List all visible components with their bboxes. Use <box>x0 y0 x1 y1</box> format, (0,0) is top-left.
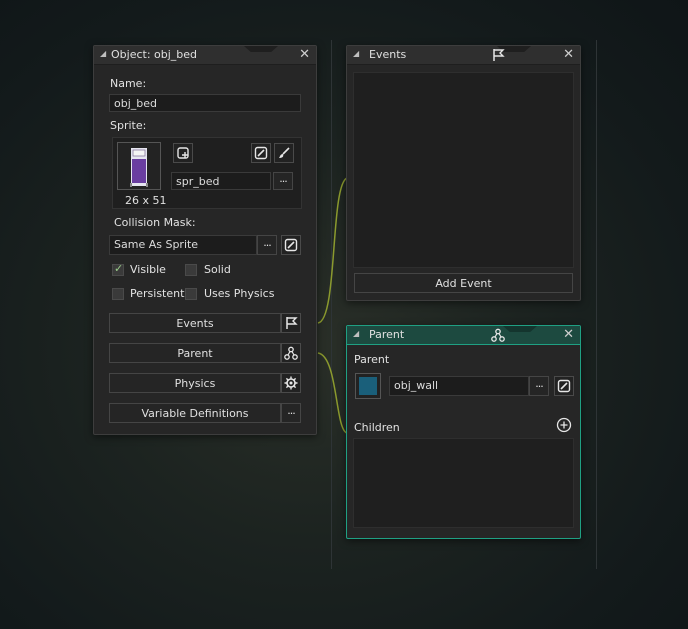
physics-gear-button[interactable] <box>281 373 301 393</box>
variable-definitions-more-button[interactable]: ··· <box>281 403 301 423</box>
solid-checkbox[interactable] <box>185 264 197 276</box>
parent-sprite-color <box>359 377 377 395</box>
flag-icon <box>491 48 505 65</box>
sprite-preview[interactable] <box>117 142 161 190</box>
collapse-triangle-icon[interactable]: ◢ <box>353 49 359 58</box>
sprite-brush-button[interactable] <box>274 143 294 163</box>
uses-physics-checkbox[interactable] <box>185 288 197 300</box>
persistent-label: Persistent <box>130 287 185 300</box>
parent-panel-titlebar[interactable]: ◢ Parent ✕ <box>347 326 580 345</box>
children-list[interactable] <box>353 438 574 528</box>
new-sprite-icon <box>177 147 189 159</box>
more-dots: ··· <box>535 379 543 393</box>
more-dots: ··· <box>287 406 295 420</box>
sprite-section: 26 x 51 spr_bed ··· <box>112 137 302 209</box>
workspace-guide-line <box>331 40 332 569</box>
close-icon[interactable]: ✕ <box>563 47 574 62</box>
collision-mask-label: Collision Mask: <box>114 216 196 229</box>
uses-physics-label: Uses Physics <box>204 287 275 300</box>
edit-icon <box>254 146 268 160</box>
edit-icon <box>284 238 298 252</box>
parent-edit-button[interactable] <box>554 376 574 396</box>
parent-swatch[interactable] <box>355 373 381 399</box>
new-sprite-button[interactable] <box>173 143 193 163</box>
physics-gear-icon <box>284 376 298 390</box>
sprite-label: Sprite: <box>110 119 147 132</box>
sprite-more-button[interactable]: ··· <box>273 172 293 190</box>
events-panel: ◢ Events ✕ Add Event <box>346 45 581 301</box>
parent-panel-title: Parent <box>369 328 405 341</box>
parent-more-button[interactable]: ··· <box>529 376 549 396</box>
workspace-guide-line <box>596 40 597 569</box>
brush-icon <box>279 147 290 158</box>
visible-label: Visible <box>130 263 166 276</box>
sprite-name-field[interactable]: spr_bed <box>171 172 271 190</box>
parent-tree-icon <box>284 346 298 360</box>
add-event-button[interactable]: Add Event <box>354 273 573 293</box>
parent-object-field[interactable]: obj_wall <box>389 376 529 396</box>
collision-edit-button[interactable] <box>281 235 301 255</box>
events-panel-titlebar[interactable]: ◢ Events ✕ <box>347 46 580 65</box>
flag-icon <box>286 317 298 329</box>
collapse-triangle-icon[interactable]: ◢ <box>100 49 106 58</box>
collapse-triangle-icon[interactable]: ◢ <box>353 329 359 338</box>
children-label: Children <box>354 421 400 434</box>
name-label: Name: <box>110 77 147 90</box>
parent-label: Parent <box>354 353 390 366</box>
bed-sprite-icon <box>130 148 148 187</box>
collision-more-button[interactable]: ··· <box>257 235 277 255</box>
more-dots: ··· <box>263 238 271 252</box>
events-flag-button[interactable] <box>281 313 301 333</box>
parent-tree-button[interactable] <box>281 343 301 363</box>
object-panel-title: Object: obj_bed <box>111 48 198 61</box>
titlebar-notch <box>244 46 278 52</box>
visible-checkbox[interactable] <box>112 262 124 276</box>
solid-label: Solid <box>204 263 231 276</box>
object-editor-panel: ◢ Object: obj_bed ✕ Name: obj_bed Sprite… <box>93 45 317 435</box>
parent-tree-icon <box>491 328 505 345</box>
events-button[interactable]: Events <box>109 313 281 333</box>
edit-icon <box>557 379 571 393</box>
more-dots: ··· <box>279 174 287 188</box>
persistent-checkbox[interactable] <box>112 288 124 300</box>
collision-mask-field[interactable]: Same As Sprite <box>109 235 257 255</box>
close-icon[interactable]: ✕ <box>299 47 310 62</box>
object-panel-titlebar[interactable]: ◢ Object: obj_bed ✕ <box>94 46 316 65</box>
sprite-size: 26 x 51 <box>125 194 167 207</box>
physics-button[interactable]: Physics <box>109 373 281 393</box>
close-icon[interactable]: ✕ <box>563 327 574 342</box>
add-circle-icon[interactable] <box>556 417 572 436</box>
parent-button[interactable]: Parent <box>109 343 281 363</box>
titlebar-notch <box>503 326 537 332</box>
events-list[interactable] <box>353 72 574 268</box>
edit-sprite-button[interactable] <box>251 143 271 163</box>
parent-panel: ◢ Parent ✕ Parent obj_wall ··· Children <box>346 325 581 539</box>
variable-definitions-button[interactable]: Variable Definitions <box>109 403 281 423</box>
object-name-field[interactable]: obj_bed <box>109 94 301 112</box>
events-panel-title: Events <box>369 48 407 61</box>
